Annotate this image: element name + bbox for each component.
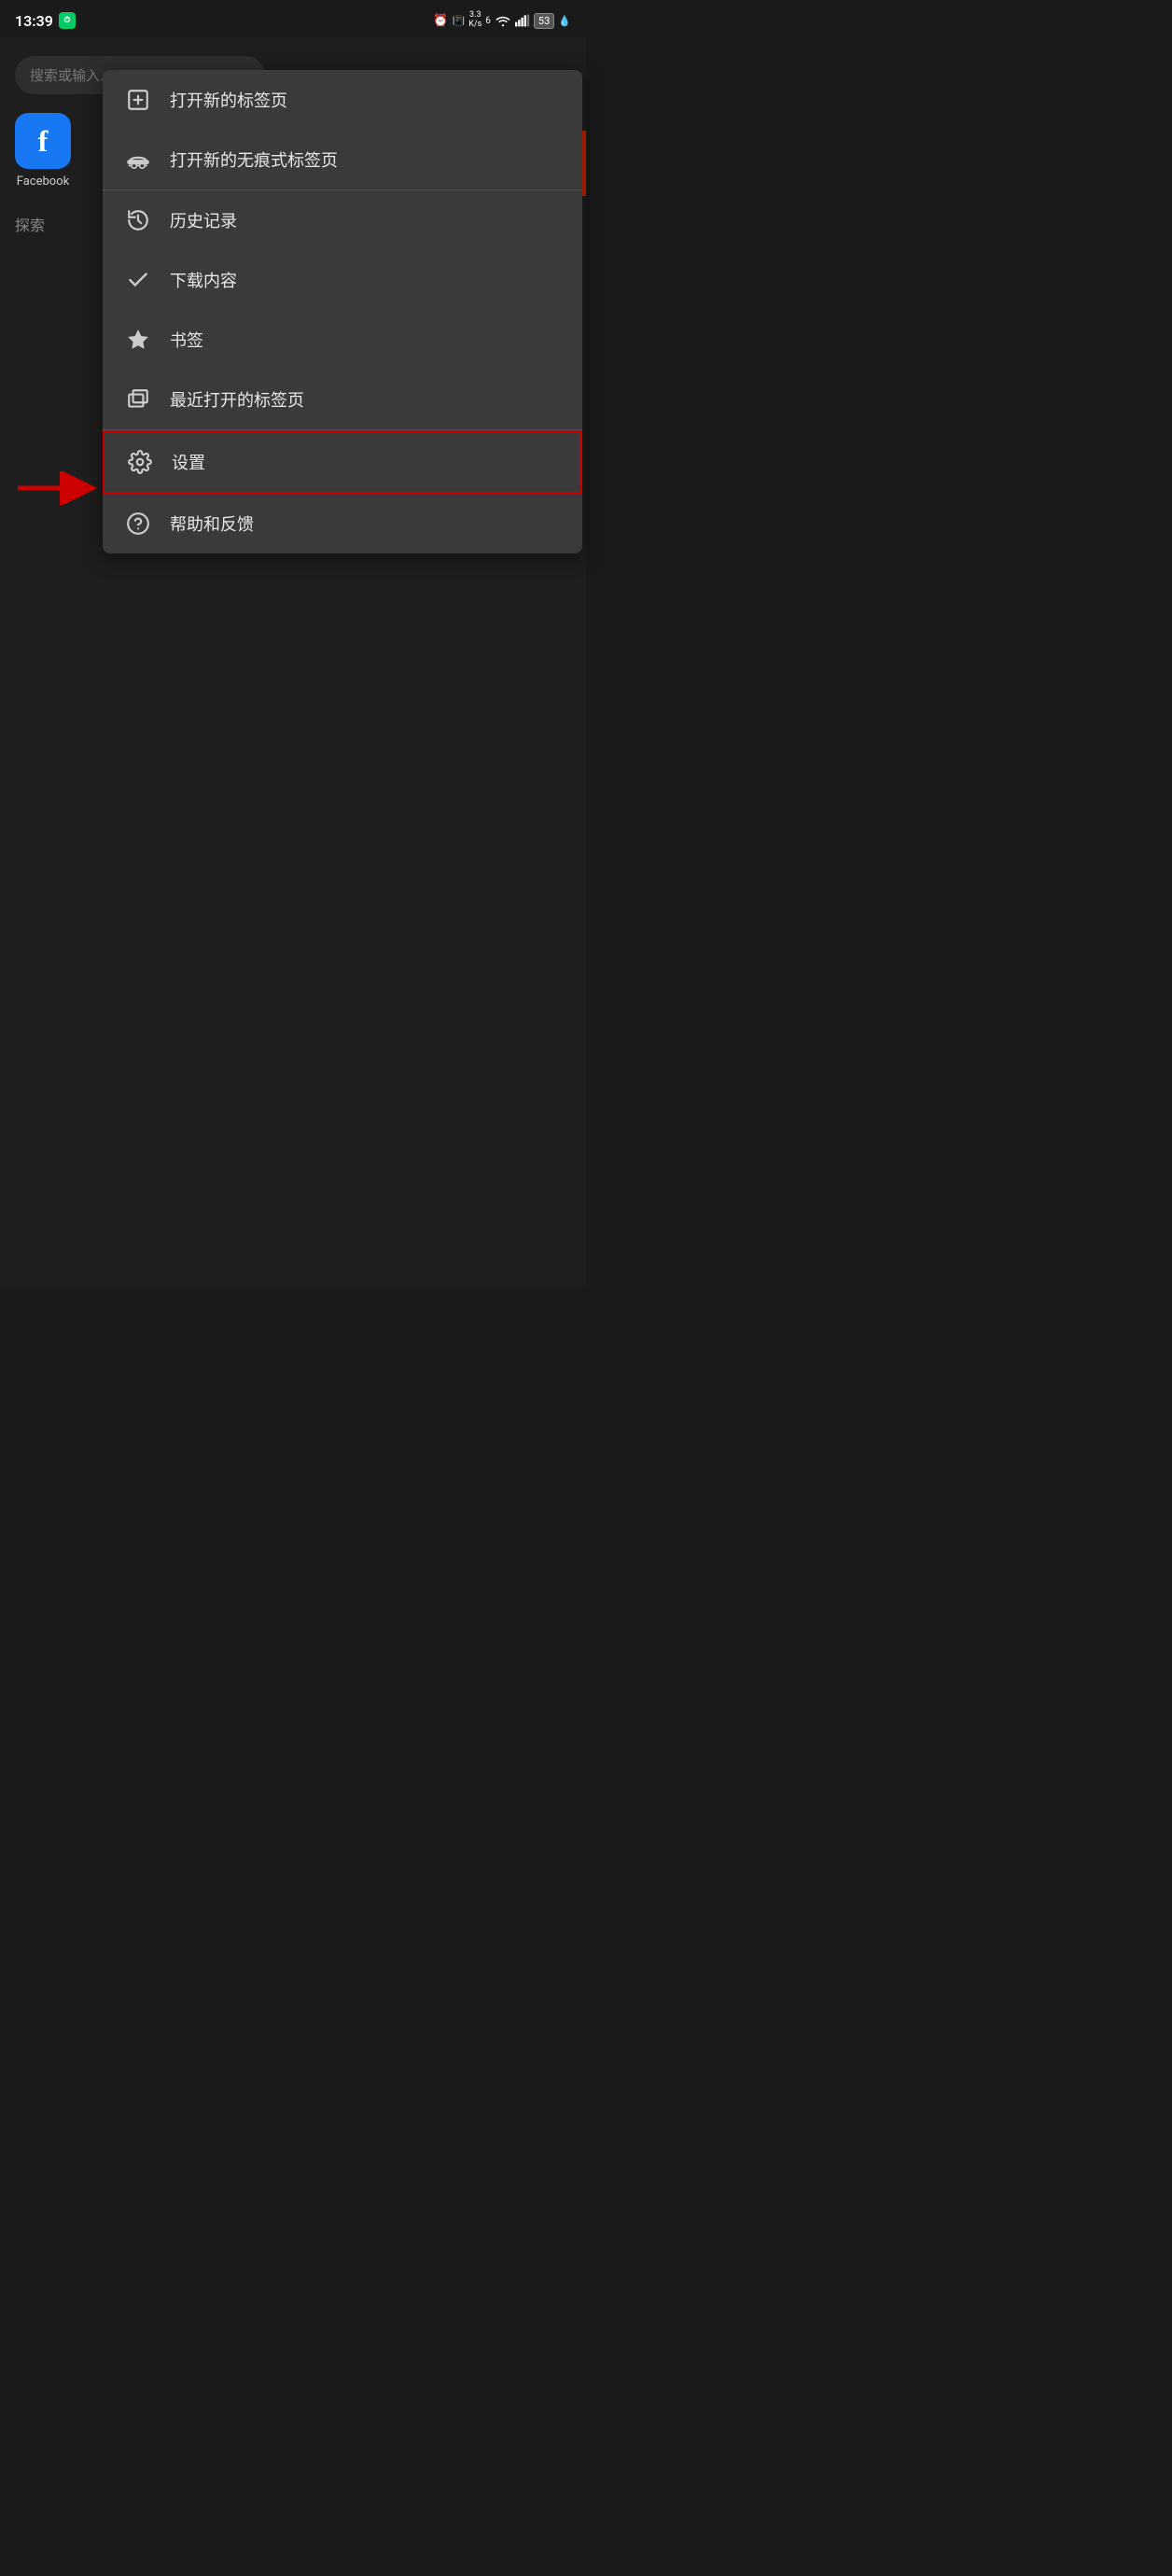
facebook-icon: f bbox=[15, 113, 71, 169]
arrow-svg bbox=[13, 471, 97, 505]
menu-item-help[interactable]: 帮助和反馈 bbox=[103, 494, 582, 553]
downloads-icon bbox=[125, 267, 151, 293]
wifi-icon bbox=[495, 14, 511, 27]
facebook-bookmark[interactable]: f Facebook bbox=[15, 113, 71, 189]
incognito-icon bbox=[125, 147, 151, 173]
settings-icon bbox=[127, 449, 153, 475]
bookmarks-label: 书签 bbox=[170, 328, 203, 352]
history-label: 历史记录 bbox=[170, 208, 237, 232]
status-bar: 13:39 ⏱ ⏰ 📳 3.3K/s 6 53 💧 bbox=[0, 0, 586, 37]
dropdown-menu: 打开新的标签页 打开新的无痕式标签页 bbox=[103, 70, 582, 553]
menu-item-history[interactable]: 历史记录 bbox=[103, 190, 582, 250]
time-display: 13:39 bbox=[15, 12, 53, 30]
vibrate-icon: 📳 bbox=[453, 15, 466, 27]
recent-tabs-icon bbox=[125, 386, 151, 413]
new-tab-label: 打开新的标签页 bbox=[170, 88, 287, 112]
status-right-icons: ⏰ 📳 3.3K/s 6 53 💧 bbox=[433, 11, 571, 30]
network-gen: 6 bbox=[485, 16, 491, 26]
incognito-label: 打开新的无痕式标签页 bbox=[170, 147, 338, 172]
settings-label: 设置 bbox=[172, 450, 205, 474]
menu-item-settings[interactable]: 设置 bbox=[103, 430, 582, 494]
menu-item-incognito[interactable]: 打开新的无痕式标签页 bbox=[103, 130, 582, 189]
menu-item-new-tab[interactable]: 打开新的标签页 bbox=[103, 70, 582, 130]
explore-label: 探索 bbox=[15, 217, 45, 234]
battery-indicator: 53 bbox=[534, 13, 554, 29]
bookmarks-icon bbox=[125, 327, 151, 353]
downloads-label: 下载内容 bbox=[170, 268, 237, 292]
alarm-icon: ⏰ bbox=[433, 14, 448, 28]
network-speed: 3.3K/s bbox=[468, 11, 481, 30]
help-icon bbox=[125, 511, 151, 537]
new-tab-icon bbox=[125, 87, 151, 113]
signal-icon bbox=[515, 14, 530, 27]
timer-icon: ⏱ bbox=[59, 12, 76, 29]
status-time: 13:39 ⏱ bbox=[15, 12, 76, 30]
recent-tabs-label: 最近打开的标签页 bbox=[170, 387, 304, 412]
red-arrow-indicator bbox=[13, 471, 97, 505]
history-icon bbox=[125, 207, 151, 233]
facebook-label: Facebook bbox=[17, 175, 69, 189]
menu-item-bookmarks[interactable]: 书签 bbox=[103, 310, 582, 370]
battery-level: 53 bbox=[538, 15, 550, 27]
menu-item-downloads[interactable]: 下载内容 bbox=[103, 250, 582, 310]
battery-drop-icon: 💧 bbox=[558, 15, 571, 27]
menu-item-recent-tabs[interactable]: 最近打开的标签页 bbox=[103, 370, 582, 429]
search-placeholder: 搜索或输入... bbox=[30, 67, 111, 84]
facebook-f-letter: f bbox=[38, 124, 49, 159]
help-label: 帮助和反馈 bbox=[170, 511, 254, 536]
